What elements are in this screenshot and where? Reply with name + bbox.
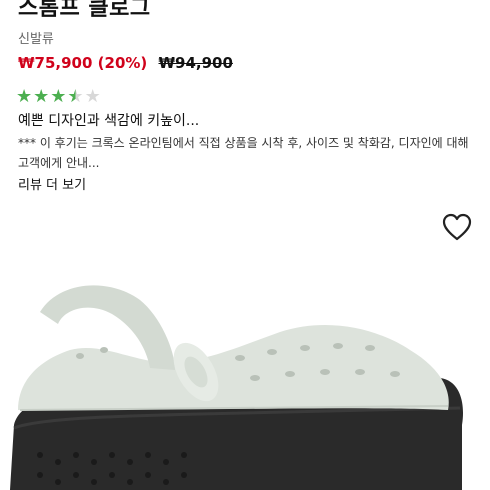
review-title[interactable]: 예쁜 디자인과 색감에 키높이... [18,110,199,130]
sale-price: ₩75,900 (20%) [18,54,148,72]
product-title: 스톰프 클로그 [18,0,151,21]
review-body: *** 이 후기는 크록스 온라인팀에서 직접 상품을 시착 후, 사이즈 및 … [18,136,469,170]
shoe-upper [18,325,449,410]
original-price: ₩94,900 [158,54,233,72]
product-image [10,285,464,490]
rating-stars: ★ ★ ★ ★ ★ [16,88,101,106]
review-more-link[interactable]: 리뷰 더 보기 [18,174,86,193]
star-icon: ★ [50,86,67,107]
heart-icon[interactable] [442,213,472,241]
star-icon: ★ [67,86,84,107]
price-row: ₩75,900 (20%) ₩94,900 [18,54,233,72]
star-icon: ★ [33,86,50,107]
star-icon: ★ [84,86,101,107]
star-icon: ★ [16,86,33,107]
product-category: 신발류 [18,32,54,47]
